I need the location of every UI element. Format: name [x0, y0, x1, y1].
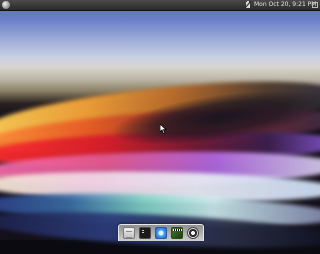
desktop-wallpaper: [0, 0, 320, 254]
dock: [118, 224, 204, 241]
menu-orb-icon[interactable]: [2, 1, 10, 9]
top-panel: Mon Oct 20, 9:21 PM: [0, 0, 320, 11]
media-player-icon[interactable]: [171, 227, 183, 239]
file-manager-icon[interactable]: [123, 227, 135, 239]
settings-icon[interactable]: [187, 227, 199, 239]
mouse-cursor-icon: [160, 124, 167, 134]
browser-icon[interactable]: [155, 227, 167, 239]
panel-resize-icon[interactable]: [312, 2, 318, 8]
clock[interactable]: Mon Oct 20, 9:21 PM: [254, 0, 316, 10]
battery-icon[interactable]: [245, 1, 251, 8]
terminal-icon[interactable]: [139, 227, 151, 239]
